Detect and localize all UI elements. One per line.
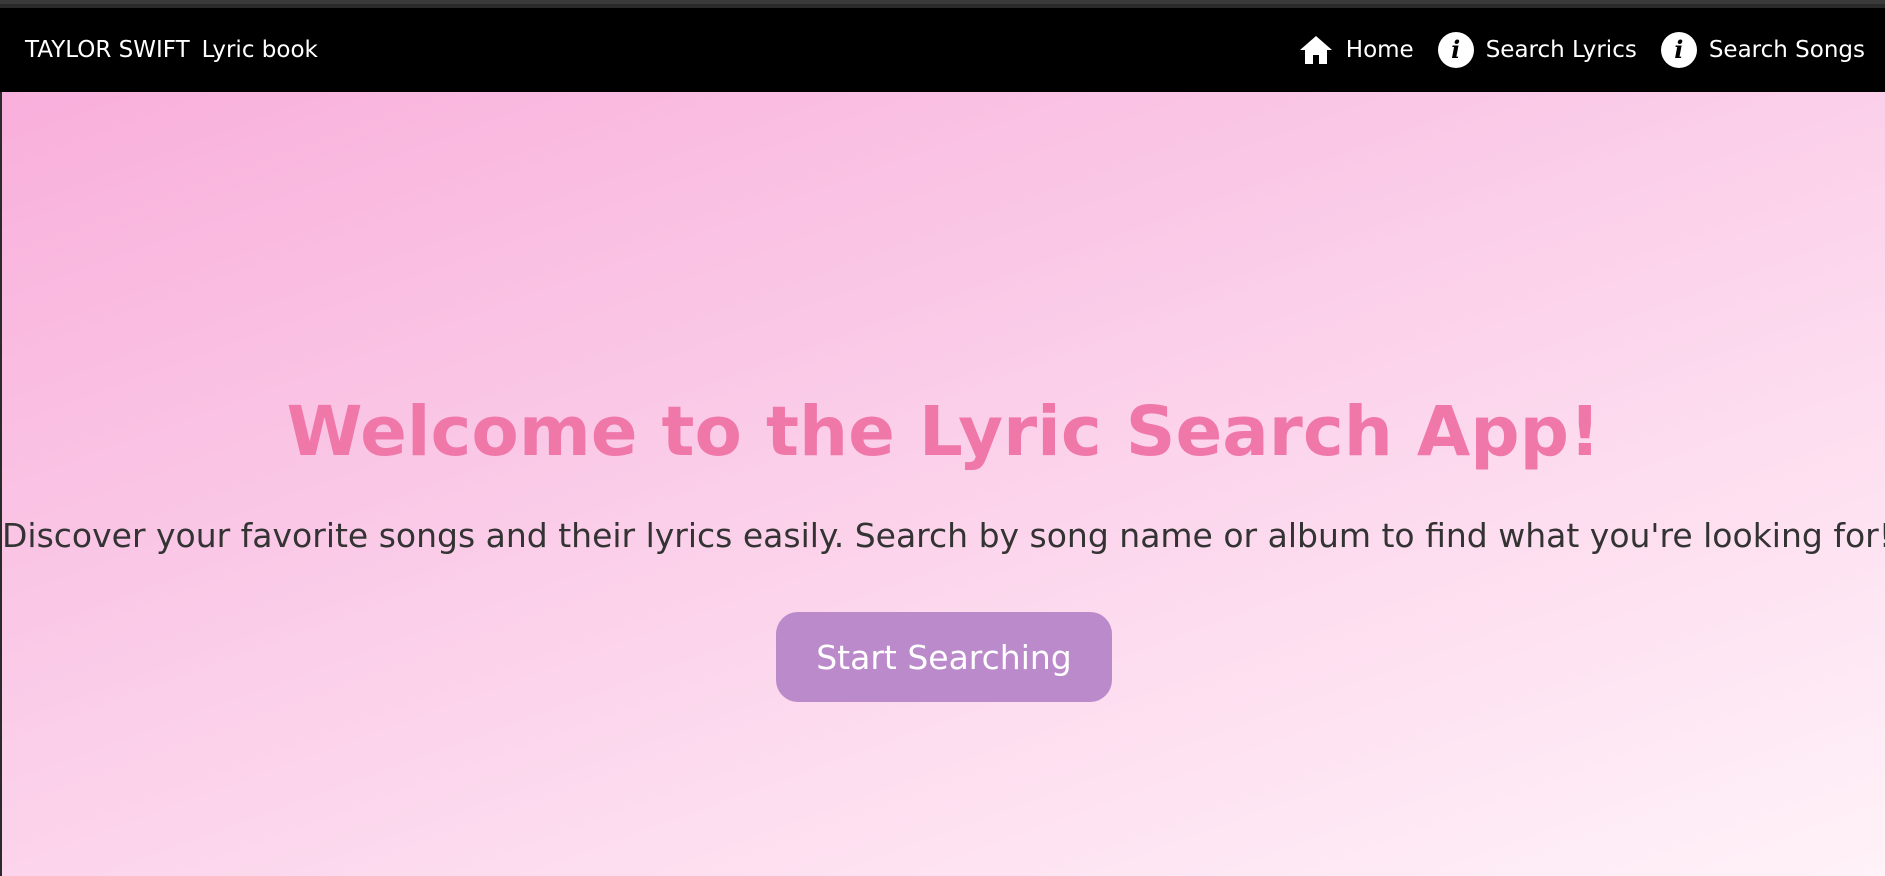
nav-link-search-lyrics-label: Search Lyrics xyxy=(1485,37,1637,63)
brand-subtitle: Lyric book xyxy=(201,37,318,63)
nav-link-search-songs-label: Search Songs xyxy=(1708,37,1865,63)
app-window: TAYLOR SWIFT Lyric book Home i Search Ly… xyxy=(0,0,1885,876)
nav-link-home-label: Home xyxy=(1345,37,1414,63)
info-icon: i xyxy=(1437,32,1474,68)
top-navbar: TAYLOR SWIFT Lyric book Home i Search Ly… xyxy=(0,8,1885,92)
nav-links: Home i Search Lyrics i Search Songs xyxy=(1298,32,1865,68)
hero-subtitle: Discover your favorite songs and their l… xyxy=(2,516,1885,555)
start-searching-button[interactable]: Start Searching xyxy=(776,612,1112,702)
nav-link-search-lyrics[interactable]: i Search Lyrics xyxy=(1437,32,1637,68)
info-icon: i xyxy=(1660,32,1697,68)
nav-link-search-songs[interactable]: i Search Songs xyxy=(1660,32,1865,68)
nav-link-home[interactable]: Home xyxy=(1298,32,1414,68)
hero-title: Welcome to the Lyric Search App! xyxy=(286,392,1601,472)
brand[interactable]: TAYLOR SWIFT Lyric book xyxy=(25,37,318,63)
brand-name: TAYLOR SWIFT xyxy=(25,37,190,63)
home-icon xyxy=(1298,32,1334,68)
hero-section: Welcome to the Lyric Search App! Discove… xyxy=(2,92,1885,876)
